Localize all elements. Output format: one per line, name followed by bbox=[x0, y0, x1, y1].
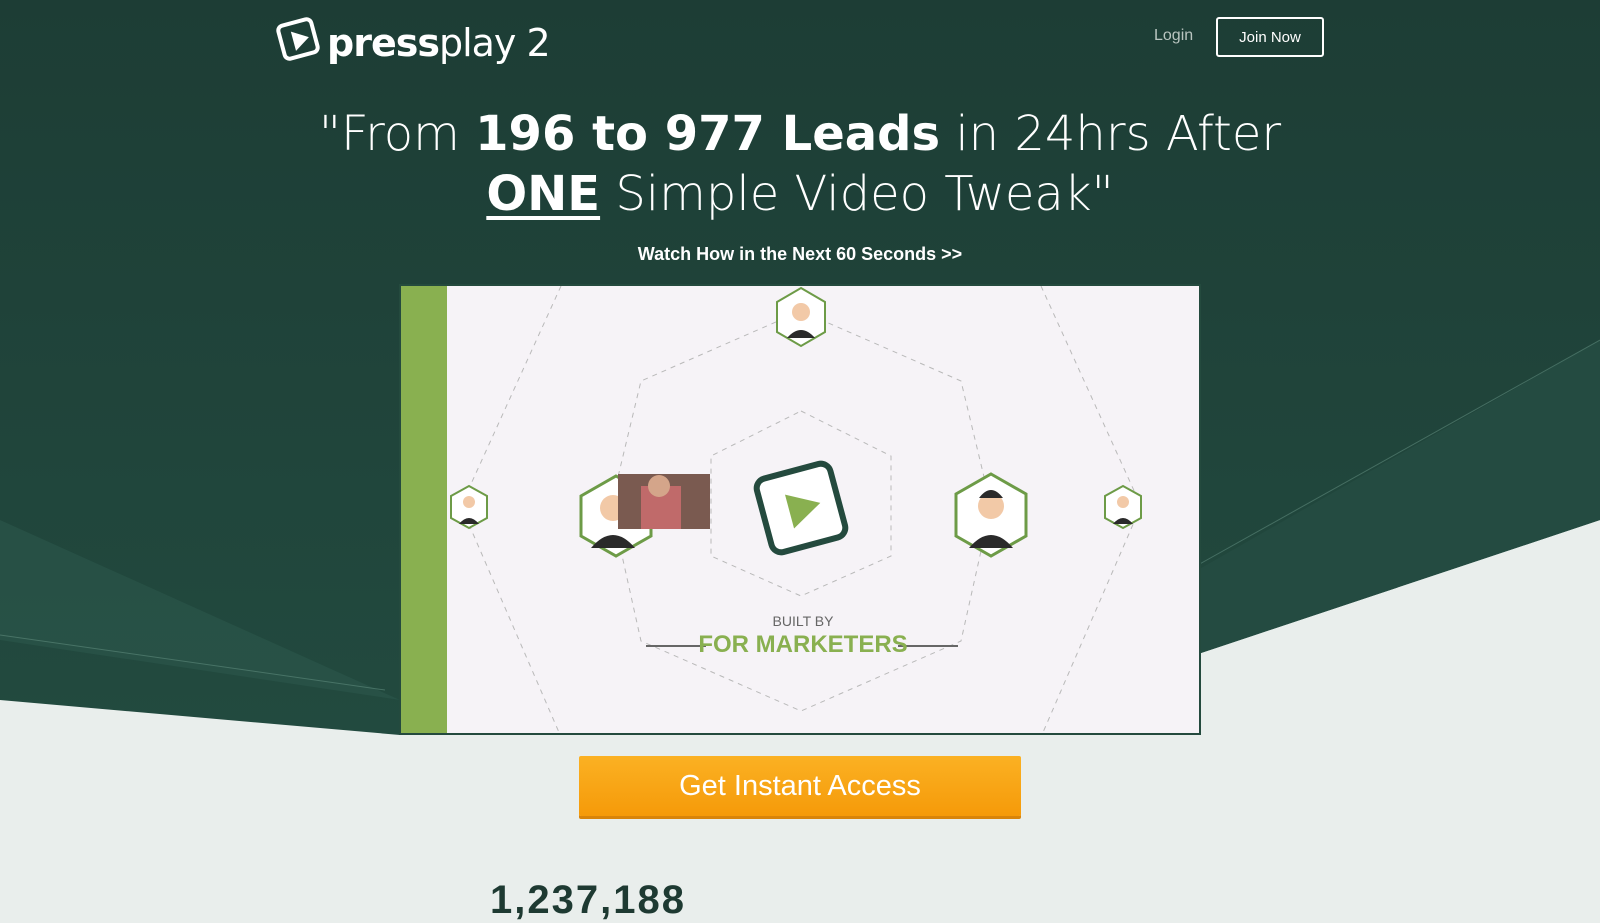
get-instant-access-button[interactable]: Get Instant Access bbox=[579, 756, 1021, 816]
login-link[interactable]: Login bbox=[1154, 27, 1193, 45]
pressplay-center-icon bbox=[753, 460, 849, 556]
avatar-hex-left-small bbox=[450, 484, 488, 530]
for-marketers-text: FOR MARKETERS bbox=[698, 631, 907, 658]
join-now-button[interactable]: Join Now bbox=[1216, 17, 1324, 57]
brand-name: pressplay 2 bbox=[327, 20, 551, 65]
video-frame: BUILT BY FOR MARKETERS bbox=[401, 286, 1142, 733]
video-player[interactable]: BUILT BY FOR MARKETERS bbox=[399, 284, 1201, 735]
avatar-hex-right-large bbox=[954, 472, 1028, 558]
site-header: pressplay 2 Login Join Now bbox=[0, 0, 1600, 80]
hero-headline: "From 196 to 977 Leads in 24hrs After ON… bbox=[318, 106, 1282, 222]
counter-number: 1,237,188 bbox=[490, 878, 686, 922]
built-by-text: BUILT BY bbox=[773, 613, 835, 629]
avatar-hex-right-small bbox=[1104, 484, 1142, 530]
play-logo-icon bbox=[275, 16, 323, 69]
hero-subheadline: Watch How in the Next 60 Seconds >> bbox=[637, 244, 963, 264]
avatar-hex-top bbox=[776, 286, 826, 348]
brand-logo[interactable]: pressplay 2 bbox=[275, 16, 551, 69]
